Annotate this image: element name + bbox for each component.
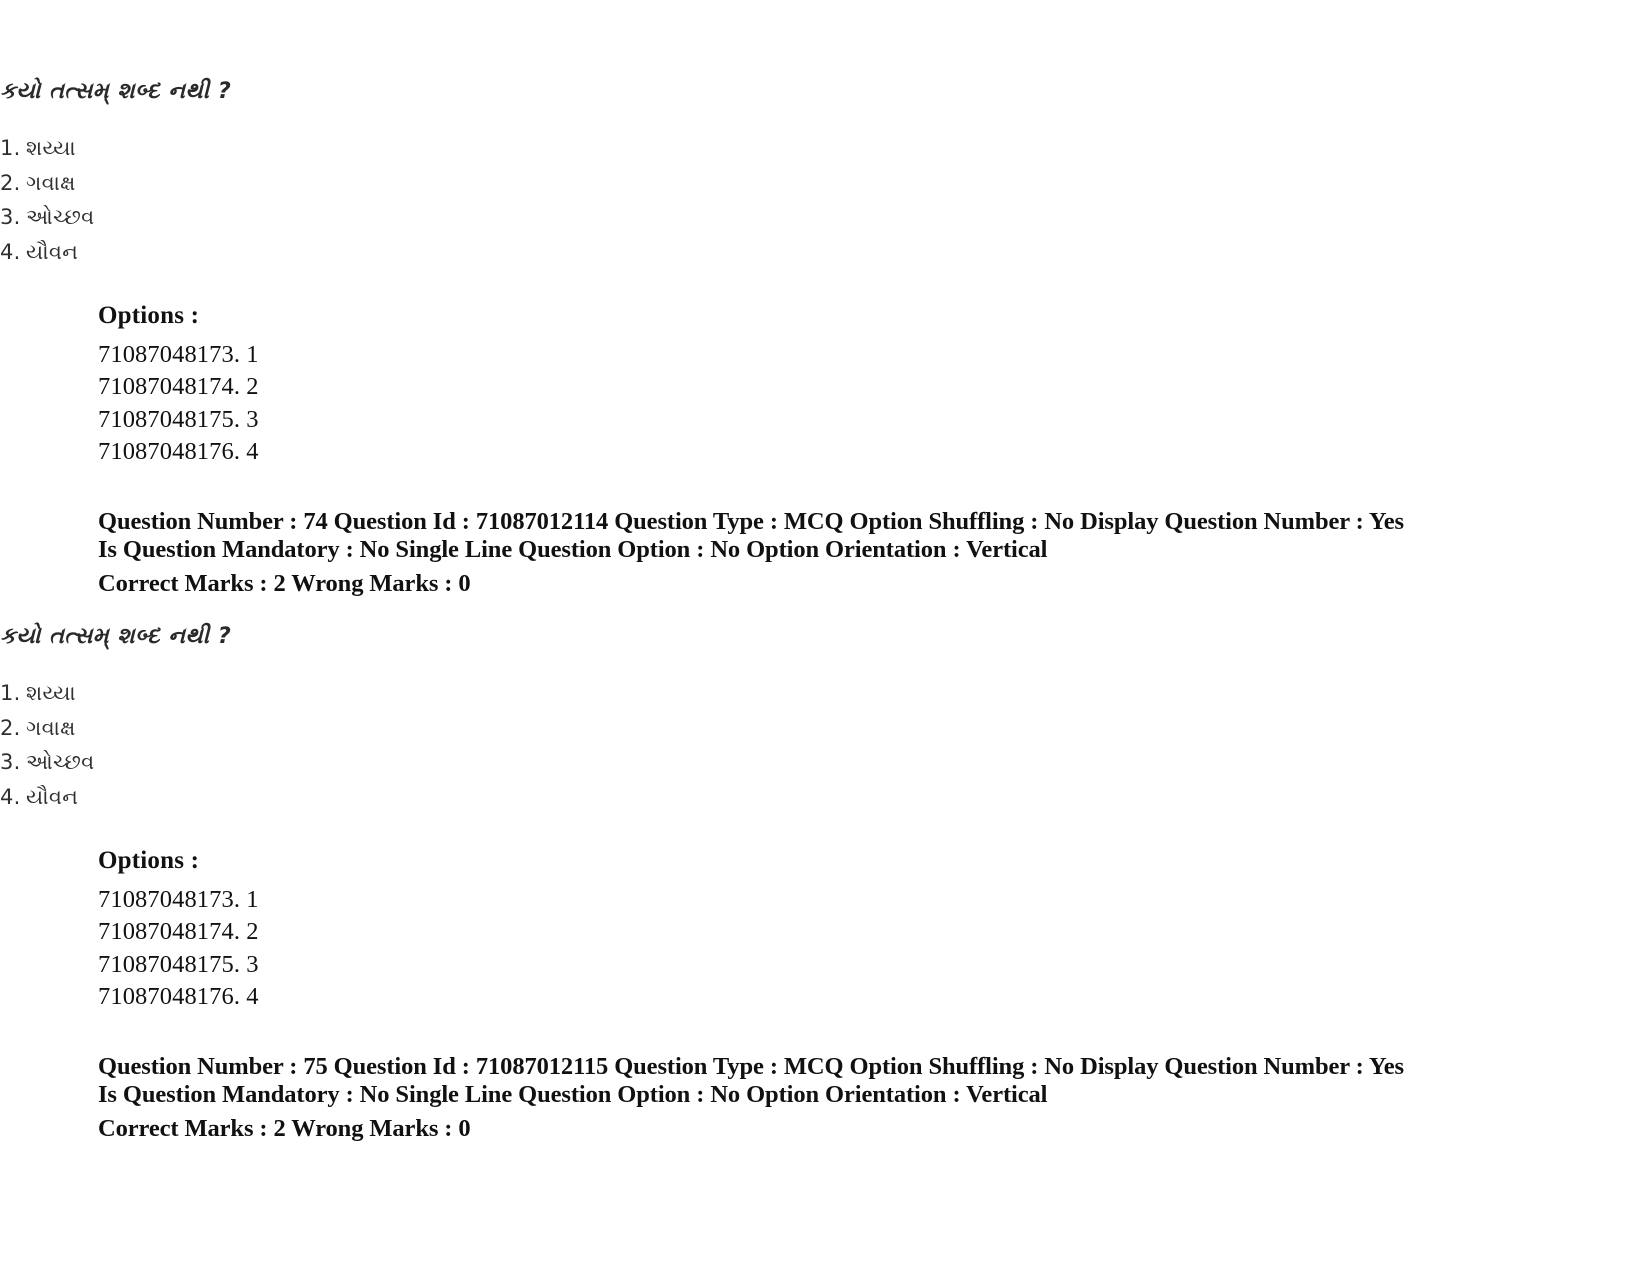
choice-number: 4. bbox=[0, 784, 21, 809]
metadata-attributes: Question Number : 74 Question Id : 71087… bbox=[98, 508, 1404, 564]
choice-number: 2. bbox=[0, 715, 21, 740]
choice-text: ઓચ્છવ bbox=[26, 205, 95, 230]
choice-text: યૌવન bbox=[26, 239, 79, 264]
option-row: 71087048175. 3 bbox=[98, 950, 259, 978]
question-choice: 4. યૌવન bbox=[0, 780, 231, 815]
choice-text: ગવાક્ષ bbox=[26, 170, 76, 195]
document-page: કયો તત્સમ્ શબ્દ નથી ? 1. શય્યા 2. ગવાક્ષ 3… bbox=[0, 0, 1650, 1275]
choice-number: 3. bbox=[0, 750, 21, 775]
question-choice: 2. ગવાક્ષ bbox=[0, 711, 231, 746]
choice-number: 2. bbox=[0, 170, 21, 195]
choice-number: 4. bbox=[0, 239, 21, 264]
options-section: Options : 71087048173. 1 71087048174. 2 … bbox=[98, 302, 1518, 468]
option-row: 71087048173. 1 bbox=[98, 341, 259, 368]
choice-text: ગવાક્ષ bbox=[26, 715, 76, 740]
choice-text: શય્યા bbox=[26, 136, 76, 160]
question-choice: 2. ગવાક્ષ bbox=[0, 166, 231, 201]
question-choice: 1. શય્યા bbox=[0, 131, 231, 166]
question-metadata: Question Number : 74 Question Id : 71087… bbox=[98, 508, 1518, 598]
choice-text: શય્યા bbox=[26, 681, 76, 705]
question-choice: 1. શય્યા bbox=[0, 676, 231, 711]
choice-number: 3. bbox=[0, 205, 21, 230]
question-choice: 4. યૌવન bbox=[0, 235, 231, 270]
question-choice: 3. ઓચ્છવ bbox=[0, 745, 231, 780]
question-choices-gujarati: 1. શય્યા 2. ગવાક્ષ 3. ઓચ્છવ 4. યૌવન bbox=[0, 676, 231, 815]
question-stem-gujarati: કયો તત્સમ્ શબ્દ નથી ? bbox=[0, 78, 232, 104]
options-section: Options : 71087048173. 1 71087048174. 2 … bbox=[98, 847, 1518, 1013]
metadata-marks: Correct Marks : 2 Wrong Marks : 0 bbox=[98, 1114, 471, 1142]
option-row: 71087048174. 2 bbox=[98, 918, 259, 946]
option-row: 71087048176. 4 bbox=[98, 437, 259, 465]
question-image-block: કયો તત્સમ્ શબ્દ નથી ? 1. શય્યા 2. ગવાક્ષ 3… bbox=[0, 623, 231, 815]
metadata-attributes: Question Number : 75 Question Id : 71087… bbox=[98, 1053, 1404, 1109]
question-stem-gujarati: કયો તત્સમ્ શબ્દ નથી ? bbox=[0, 623, 232, 649]
option-row: 71087048176. 4 bbox=[98, 982, 259, 1010]
choice-number: 1. bbox=[0, 136, 21, 160]
question-metadata: Question Number : 75 Question Id : 71087… bbox=[98, 1053, 1518, 1143]
options-heading: Options : bbox=[98, 302, 200, 329]
question-image-block: કયો તત્સમ્ શબ્દ નથી ? 1. શય્યા 2. ગવાક્ષ 3… bbox=[0, 78, 231, 270]
question-choices-gujarati: 1. શય્યા 2. ગવાક્ષ 3. ઓચ્છવ 4. યૌવન bbox=[0, 131, 231, 270]
choice-text: યૌવન bbox=[26, 784, 79, 809]
choice-number: 1. bbox=[0, 681, 21, 705]
choice-text: ઓચ્છવ bbox=[26, 750, 95, 775]
option-row: 71087048174. 2 bbox=[98, 373, 259, 401]
option-row: 71087048173. 1 bbox=[98, 886, 259, 913]
option-row: 71087048175. 3 bbox=[98, 405, 259, 433]
metadata-marks: Correct Marks : 2 Wrong Marks : 0 bbox=[98, 569, 471, 597]
question-choice: 3. ઓચ્છવ bbox=[0, 200, 231, 235]
options-heading: Options : bbox=[98, 847, 200, 874]
